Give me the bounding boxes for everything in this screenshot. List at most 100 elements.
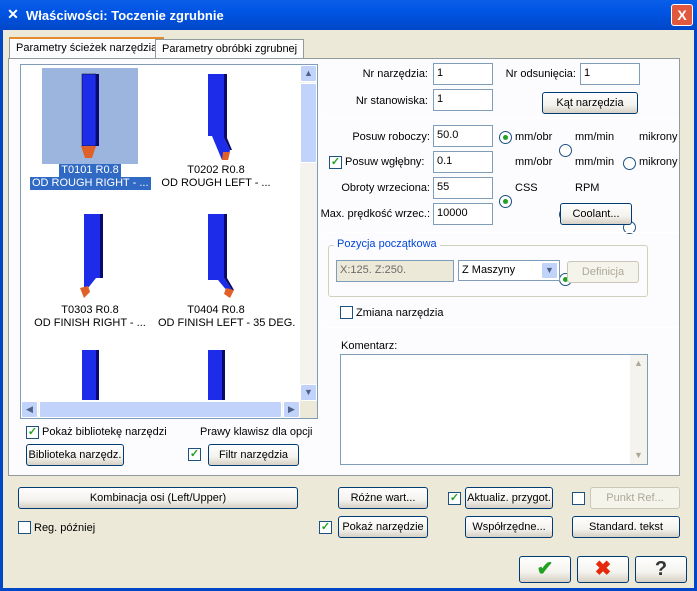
feed-mm-obr-radio[interactable] (499, 131, 512, 144)
scroll-up-button[interactable]: ▲ (300, 65, 317, 82)
tab-label: Parametry obróbki zgrubnej (162, 43, 298, 55)
show-library-checkbox[interactable]: ✓ (26, 426, 39, 439)
x-icon: ✖ (594, 558, 612, 580)
tool-name: OD FINISH LEFT - 35 DEG. (158, 317, 296, 329)
update-stock-button[interactable]: Aktualiz. przygot. (465, 487, 553, 509)
tool-number-field[interactable]: 1 (433, 63, 493, 85)
define-button: Definicja (567, 261, 639, 283)
tool-filter-checkbox[interactable]: ✓ (188, 448, 201, 461)
station-label: Nr stanowiska: (355, 95, 428, 107)
plunge-mikrony-label: mikrony (639, 156, 678, 168)
tool-item-t0202[interactable]: T0202 R0.8 OD ROUGH LEFT - ... (156, 68, 276, 190)
rpm-label: RPM (575, 182, 600, 194)
canned-text-button[interactable]: Standard. tekst (572, 516, 680, 538)
css-label: CSS (515, 182, 538, 194)
tab-rough-parameters[interactable]: Parametry obróbki zgrubnej (155, 39, 305, 59)
comment-label: Komentarz: (341, 340, 398, 352)
tool-image (42, 68, 138, 164)
tool-filter-button[interactable]: Filtr narzędzia (208, 444, 299, 466)
window-title: Właściwości: Toczenie zgrubnie (26, 8, 224, 23)
close-button[interactable]: X (671, 4, 693, 26)
separator (326, 232, 678, 233)
tool-code: T0404 R0.8 (187, 304, 245, 316)
feed-mikrony-label: mikrony (639, 131, 678, 143)
scroll-up-button: ▲ (634, 358, 643, 368)
tool-list-hscroll[interactable]: ◀ ▶ (21, 401, 300, 418)
axis-combination-button[interactable]: Kombinacja osi (Left/Upper) (18, 487, 298, 509)
tool-change-checkbox[interactable] (340, 306, 353, 319)
tool-number-label: Nr narzędzia: (362, 68, 428, 80)
station-field[interactable]: 1 (433, 89, 493, 111)
scroll-corner (300, 401, 317, 418)
comment-scrollbar[interactable]: ▲ ▼ (630, 355, 647, 464)
feed-label: Posuw roboczy: (352, 131, 430, 143)
update-stock-checkbox[interactable]: ✓ (448, 492, 461, 505)
scroll-right-button[interactable]: ▶ (283, 401, 300, 418)
spindle-field[interactable]: 55 (433, 177, 493, 199)
plunge-checkbox[interactable]: ✓ (329, 156, 342, 169)
help-button[interactable]: ? (635, 556, 687, 583)
ref-point-checkbox[interactable] (572, 492, 585, 505)
tool-name: OD ROUGH RIGHT - ... (30, 177, 151, 190)
offset-number-label: Nr odsunięcia: (505, 68, 576, 80)
cancel-button[interactable]: ✖ (577, 556, 629, 583)
hscroll-thumb[interactable] (39, 401, 282, 418)
tool-item-t0101[interactable]: T0101 R0.8 OD ROUGH RIGHT - ... (30, 68, 151, 190)
app-icon: ✕ (7, 6, 19, 22)
tab-toolpath-parameters[interactable]: Parametry ścieżek narzędzia (9, 37, 165, 59)
tool-name: OD FINISH RIGHT - ... (34, 317, 146, 329)
tool-list-vscroll[interactable]: ▲ ▼ (300, 65, 317, 401)
tool-change-label: Zmiana narzędzia (356, 307, 444, 319)
tool-name: OD ROUGH LEFT - ... (161, 177, 271, 189)
plunge-field[interactable]: 0.1 (433, 151, 493, 173)
tool-item-t0303[interactable]: T0303 R0.8 OD FINISH RIGHT - ... (30, 208, 150, 330)
feed-mm-obr-label: mm/obr (515, 131, 553, 143)
start-position-legend: Pozycja początkowa (334, 238, 440, 250)
separator (326, 327, 678, 328)
tool-item-partial-right[interactable] (186, 348, 246, 400)
right-click-hint: Prawy klawisz dla opcji (200, 426, 313, 438)
feed-field[interactable]: 50.0 (433, 125, 493, 147)
spindle-label: Obroty wrzeciona: (341, 182, 430, 194)
show-tool-button[interactable]: Pokaż narzędzie (338, 516, 428, 538)
comment-textarea[interactable]: ▲ ▼ (340, 354, 648, 465)
coordinates-button[interactable]: Współrzędne... (465, 516, 553, 538)
tool-image (42, 208, 138, 304)
scroll-thumb[interactable] (300, 83, 317, 163)
chevron-down-icon[interactable]: ▼ (541, 262, 558, 279)
ref-point-button: Punkt Ref... (590, 487, 680, 509)
scroll-down-button: ▼ (634, 450, 643, 460)
misc-values-button[interactable]: Różne wart... (338, 487, 428, 509)
tool-image (168, 208, 264, 304)
checkmark-icon: ✔ (536, 558, 554, 580)
tab-label: Parametry ścieżek narzędzia (16, 42, 158, 54)
coolant-button[interactable]: Coolant... (560, 203, 632, 225)
feed-mm-min-label: mm/min (575, 131, 615, 143)
plunge-mm-obr-label: mm/obr (515, 156, 553, 168)
tool-item-t0404[interactable]: T0404 R0.8 OD FINISH LEFT - 35 DEG. (156, 208, 295, 330)
ok-button[interactable]: ✔ (519, 556, 571, 583)
show-library-label: Pokaż bibliotekę narzędzi (42, 426, 167, 438)
separator (326, 118, 678, 119)
start-coords-field: X:125. Z:250. (336, 260, 454, 282)
tool-item-partial-left[interactable] (60, 348, 120, 400)
title-bar[interactable]: ✕ Właściwości: Toczenie zgrubnie X (0, 0, 697, 30)
scroll-down-button[interactable]: ▼ (300, 384, 317, 401)
show-tool-checkbox[interactable]: ✓ (319, 521, 332, 534)
tool-angle-button[interactable]: Kąt narzędzia (542, 92, 638, 114)
feed-mikrony-radio[interactable] (623, 157, 636, 170)
offset-number-field[interactable]: 1 (580, 63, 640, 85)
tool-code: T0303 R0.8 (61, 304, 119, 316)
reg-later-checkbox[interactable] (18, 521, 31, 534)
feed-mm-min-radio[interactable] (559, 144, 572, 157)
start-mode-select[interactable]: Z Maszyny ▼ (458, 260, 560, 281)
max-speed-field[interactable]: 10000 (433, 203, 493, 225)
question-icon: ? (654, 558, 668, 580)
tool-code: T0202 R0.8 (187, 164, 245, 176)
start-mode-value: Z Maszyny (462, 264, 516, 276)
plunge-mm-obr-radio[interactable] (499, 195, 512, 208)
scroll-left-button[interactable]: ◀ (21, 401, 38, 418)
reg-later-label: Reg. później (34, 522, 96, 534)
tool-image (168, 68, 264, 164)
tool-library-button[interactable]: Biblioteka narzędz. (26, 444, 124, 466)
